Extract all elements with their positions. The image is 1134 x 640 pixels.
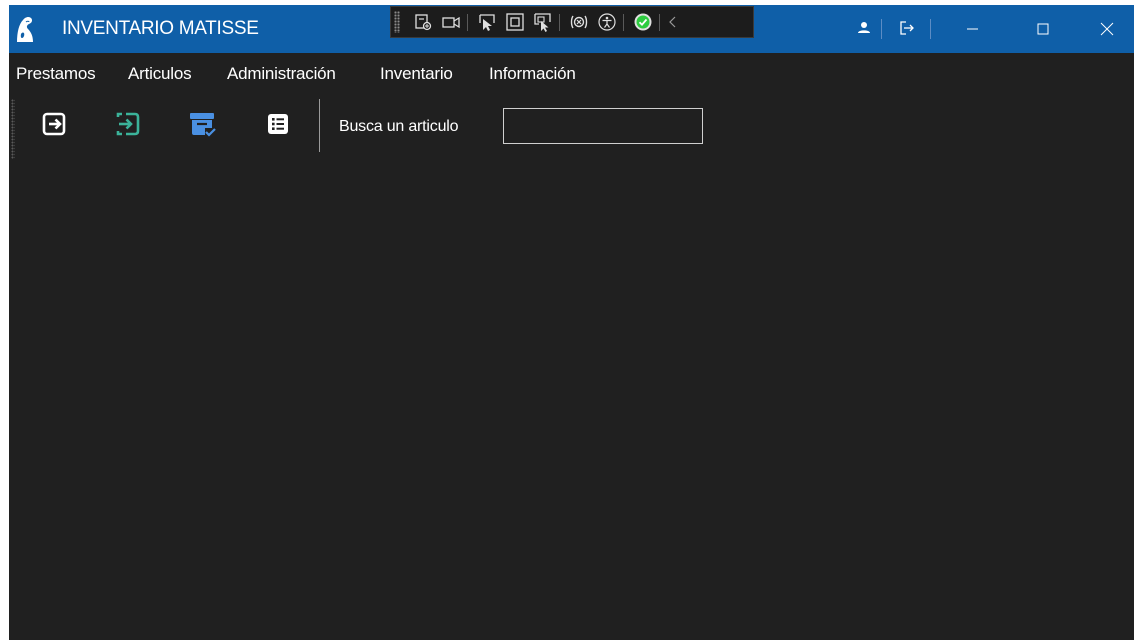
debug-toolbar-separator (623, 14, 624, 31)
close-icon[interactable] (1084, 5, 1130, 53)
debug-toolbar-separator (559, 14, 560, 31)
menu-item-inventario[interactable]: Inventario (380, 64, 453, 84)
menu-bar: Prestamos Articulos Administración Inven… (9, 53, 1134, 95)
app-logo-icon (17, 16, 33, 42)
select-element-icon[interactable] (477, 12, 497, 32)
sign-out-icon[interactable] (896, 17, 918, 39)
hot-reload-icon[interactable] (569, 12, 589, 32)
toolbar-separator (319, 99, 320, 152)
display-layout-adorners-icon[interactable] (505, 12, 525, 32)
minimize-icon[interactable] (949, 5, 995, 53)
debug-toolbar-grip[interactable] (394, 11, 400, 33)
title-bar-separator (881, 19, 882, 39)
collapse-toolbar-chevron-icon[interactable] (663, 12, 683, 32)
menu-item-administracion[interactable]: Administración (227, 64, 336, 84)
main-content-area (9, 160, 1134, 640)
binding-status-check-icon[interactable] (633, 12, 653, 32)
list-icon[interactable] (263, 109, 293, 139)
title-bar: INVENTARIO MATISSE (9, 5, 1134, 53)
search-input[interactable] (503, 108, 703, 144)
maximize-icon[interactable] (1020, 5, 1066, 53)
archive-check-icon[interactable] (187, 109, 217, 139)
search-label: Busca un articulo (339, 118, 459, 135)
import-icon[interactable] (113, 109, 143, 139)
toolbar-grip[interactable] (11, 99, 15, 159)
record-video-icon[interactable] (441, 12, 461, 32)
track-focused-element-icon[interactable] (533, 12, 553, 32)
debug-toolbar (390, 6, 754, 38)
app-window: INVENTARIO MATISSE Prestamos Articulos A… (9, 5, 1134, 640)
menu-item-prestamos[interactable]: Prestamos (16, 64, 96, 84)
app-title: INVENTARIO MATISSE (62, 18, 259, 39)
live-visual-tree-icon[interactable] (413, 12, 433, 32)
debug-toolbar-separator (467, 14, 468, 31)
export-icon[interactable] (39, 109, 69, 139)
accessibility-icon[interactable] (597, 12, 617, 32)
debug-toolbar-separator (659, 14, 660, 31)
title-bar-separator (930, 19, 931, 39)
user-icon[interactable] (853, 17, 875, 39)
menu-item-informacion[interactable]: Información (489, 64, 576, 84)
menu-item-articulos[interactable]: Articulos (128, 64, 192, 84)
